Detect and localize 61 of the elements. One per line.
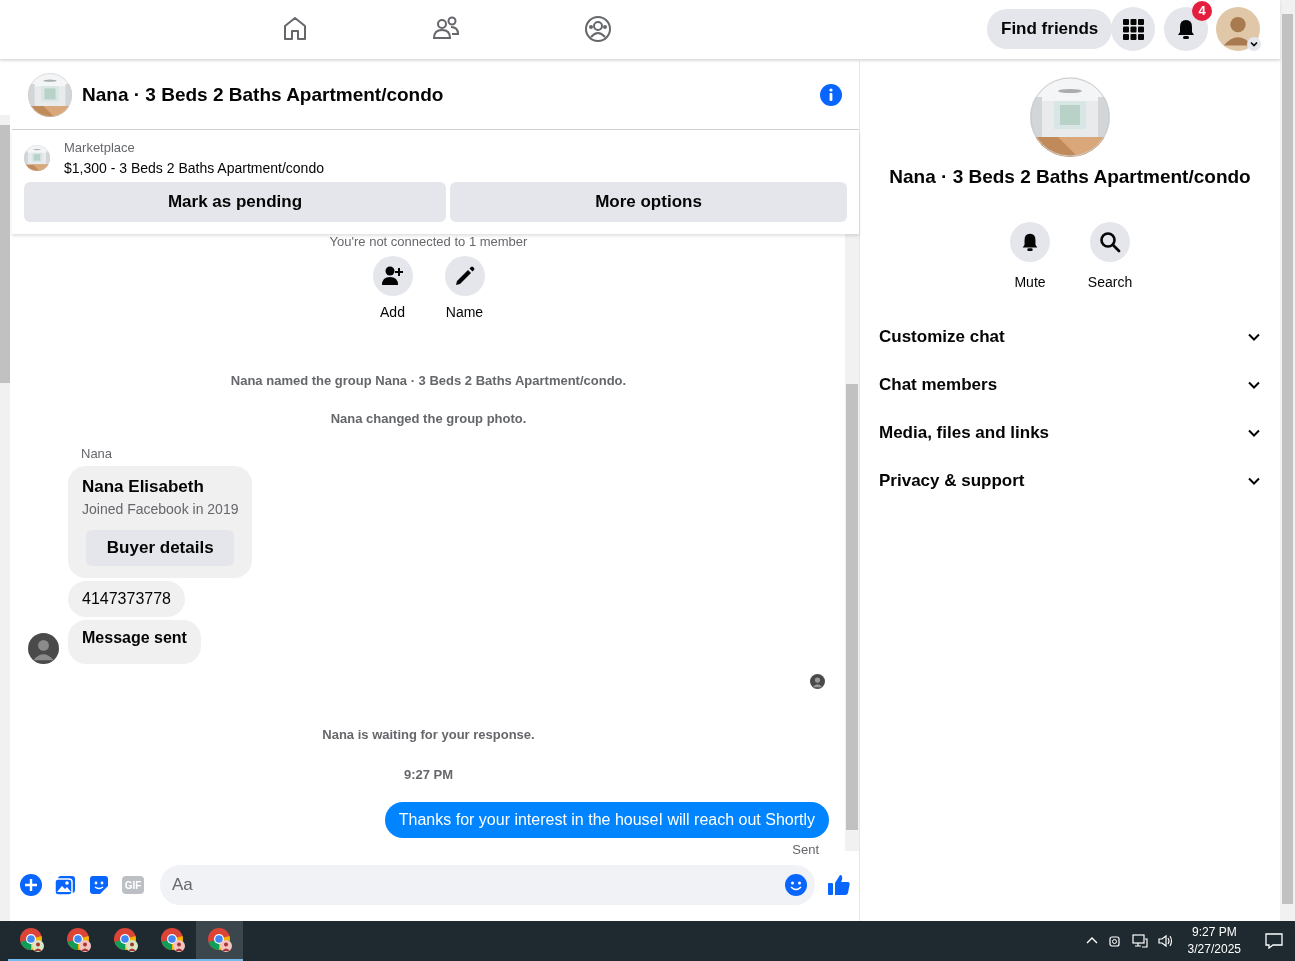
grid-icon <box>1122 18 1144 40</box>
search-icon <box>1099 230 1121 253</box>
profile-subtitle: Joined Facebook in 2019 <box>82 500 239 519</box>
browser-icon <box>112 927 139 953</box>
message-bubble: Message sent <box>68 620 201 664</box>
section-row[interactable]: Media, files and links <box>869 408 1271 457</box>
listing-summary: $1,300 - 3 Beds 2 Baths Apartment/condo <box>64 159 324 178</box>
notification-badge: 4 <box>1192 1 1212 21</box>
group-icon[interactable] <box>584 15 612 43</box>
notifications-button[interactable] <box>1164 7 1208 51</box>
clock-time: 9:27 PM <box>1191 924 1237 941</box>
event-text: Nana changed the group photo. <box>329 409 528 428</box>
thumbs-up-icon[interactable] <box>827 873 851 897</box>
conversation-title: Nana · 3 Beds 2 Baths Apartment/condo <box>889 165 1251 189</box>
browser-icon <box>206 927 233 953</box>
message-bubble: Thanks for your interest in the houseI will reach out Shortly <box>384 802 829 838</box>
volume-icon[interactable] <box>1157 934 1174 948</box>
avatar <box>1216 7 1260 51</box>
buyer-details-button[interactable]: Buyer details <box>86 530 235 566</box>
chat-title: Nana · 3 Beds 2 Baths Apartment/condo <box>82 82 445 107</box>
add-person-icon <box>381 265 404 287</box>
message-bubble: 4147373778 <box>68 581 185 617</box>
taskbar-app[interactable] <box>196 921 243 961</box>
plus-icon[interactable] <box>20 874 42 896</box>
event-text: Nana is waiting for your response. <box>321 726 536 744</box>
info-icon[interactable] <box>819 83 843 107</box>
sender-name: Nana <box>81 445 114 463</box>
meet-icon[interactable] <box>1107 934 1122 948</box>
home-icon[interactable] <box>281 15 309 43</box>
section-row[interactable]: Customize chat <box>869 312 1271 361</box>
message-field[interactable]: Aa <box>160 865 815 905</box>
scrollbar-thumb[interactable] <box>0 125 10 383</box>
notice-text: You're not connected to 1 member <box>328 234 529 250</box>
bell-icon <box>1020 231 1040 252</box>
menu-button[interactable] <box>1111 7 1155 51</box>
notification-center-icon[interactable] <box>1265 932 1283 950</box>
profile-name: Nana Elisabeth <box>82 475 205 498</box>
find-friends-button[interactable]: Find friends <box>987 9 1113 49</box>
network-icon[interactable] <box>1131 934 1148 948</box>
browser-icon <box>159 927 186 953</box>
scrollbar-thumb[interactable] <box>1282 14 1293 904</box>
emoji-icon[interactable] <box>785 874 807 896</box>
listing-source: Marketplace <box>64 139 136 157</box>
caret-icon[interactable] <box>1247 37 1261 51</box>
scrollbar-thumb[interactable] <box>846 384 858 830</box>
read-receipt-avatar <box>810 674 825 689</box>
event-text: Nana named the group Nana · 3 Beds 2 Baths Apartment/condo. <box>229 372 628 390</box>
action-button[interactable]: Mark as pending <box>24 182 446 222</box>
message-input[interactable]: Aa <box>172 872 785 898</box>
browser-icon <box>65 927 92 953</box>
sticker-icon[interactable] <box>88 874 110 896</box>
delivery-status: Sent <box>792 841 819 859</box>
pencil-icon <box>453 265 476 287</box>
timestamp: 9:27 PM <box>402 765 455 784</box>
bell-icon <box>1175 18 1197 40</box>
action-button[interactable]: More options <box>450 182 847 222</box>
section-row[interactable]: Chat members <box>869 360 1271 409</box>
browser-icon <box>18 927 45 953</box>
clock-date: 3/27/2025 <box>1187 941 1241 958</box>
section-row[interactable]: Privacy & support <box>869 456 1271 505</box>
image-icon[interactable] <box>54 874 76 896</box>
